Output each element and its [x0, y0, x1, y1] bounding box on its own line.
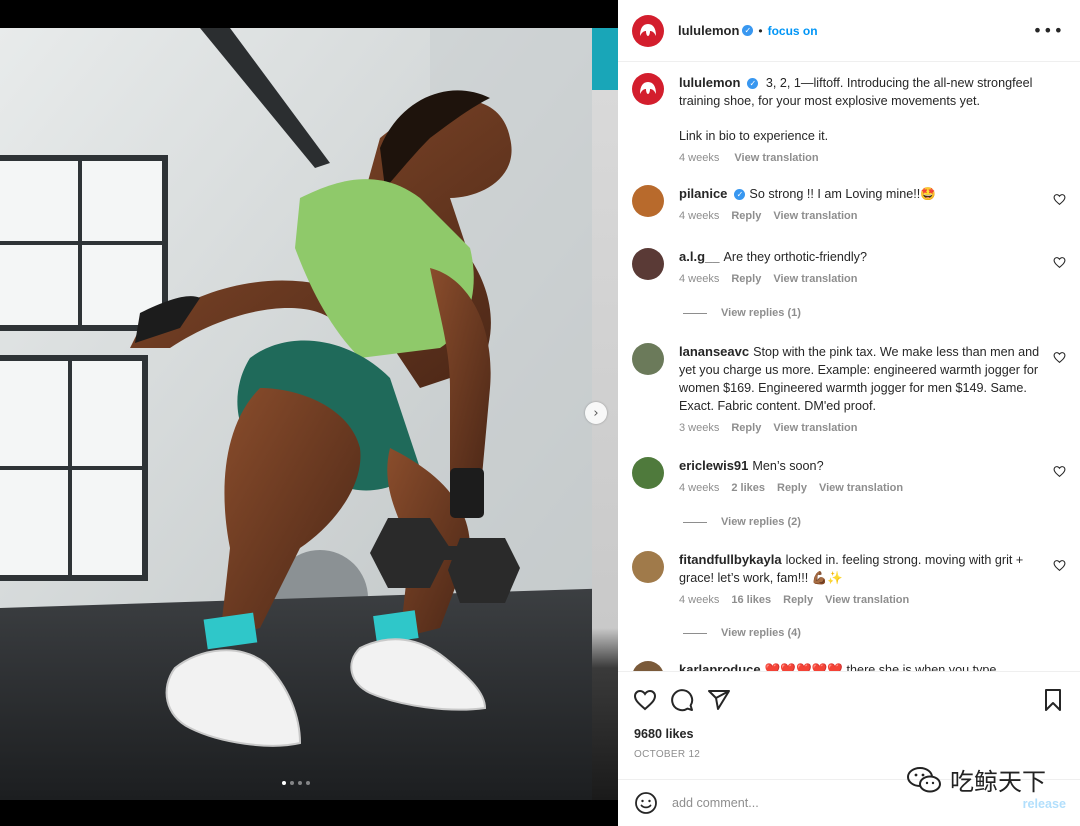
view-replies-button[interactable]: View replies (1): [683, 307, 801, 319]
account-avatar[interactable]: [632, 73, 664, 105]
post-sidebar: lululemon ✓ • focus on ••• lululemon ✓ 3,…: [618, 0, 1080, 826]
post-media: ›: [0, 0, 618, 826]
carousel-dot: [290, 781, 294, 785]
commenter-username[interactable]: a.l.g__: [679, 249, 719, 264]
commenter-avatar[interactable]: [632, 661, 664, 671]
comment-item: lananseavc Stop with the pink tax. We mak…: [632, 343, 1072, 435]
bookmark-icon[interactable]: [1041, 688, 1065, 712]
comment-text: So strong !! I am Loving mine!!🤩: [749, 187, 936, 201]
lululemon-logo-icon: [640, 23, 656, 36]
commenter-avatar[interactable]: [632, 185, 664, 217]
smiley-icon[interactable]: [634, 791, 658, 815]
caption-username[interactable]: lululemon: [679, 75, 740, 90]
carousel-dot: [306, 781, 310, 785]
reply-divider: [683, 312, 707, 314]
commenter-avatar[interactable]: [632, 343, 664, 375]
comment-text: ❤️❤️❤️❤️❤️ there she is when you type: [764, 663, 997, 671]
commenter-username[interactable]: ericlewis91: [679, 458, 748, 473]
reply-divider: [683, 632, 707, 634]
view-translation-link[interactable]: View translation: [825, 594, 909, 606]
timestamp: 4 weeks: [679, 273, 720, 285]
view-translation-link[interactable]: View translation: [773, 210, 857, 222]
carousel-dot: [298, 781, 302, 785]
commenter-avatar[interactable]: [632, 248, 664, 280]
watermark: 吃鲸天下: [906, 762, 1046, 797]
comments-list[interactable]: lululemon ✓ 3, 2, 1—liftoff. Introducing …: [618, 63, 1080, 671]
carousel-indicator: [0, 781, 592, 785]
watermark-text: 吃鲸天下: [950, 768, 1046, 796]
view-translation-link[interactable]: View translation: [819, 482, 903, 494]
reply-button[interactable]: Reply: [783, 594, 813, 606]
reply-button[interactable]: Reply: [731, 210, 761, 222]
verified-badge-icon: ✓: [734, 189, 746, 201]
comment-icon[interactable]: [670, 688, 694, 712]
account-username[interactable]: lululemon: [678, 23, 739, 38]
commenter-username[interactable]: karlaproduce: [679, 662, 761, 671]
heart-icon[interactable]: [1053, 465, 1066, 478]
view-replies-button[interactable]: View replies (4): [683, 627, 801, 639]
commenter-avatar[interactable]: [632, 551, 664, 583]
comment-item: pilanice ✓ So strong !! I am Loving mine!!…: [632, 185, 1072, 223]
heart-icon[interactable]: [1053, 351, 1066, 364]
commenter-username[interactable]: fitandfullbykayla: [679, 552, 782, 567]
comment-text: Are they orthotic-friendly?: [723, 250, 867, 264]
post-comment-button[interactable]: release: [1023, 797, 1066, 811]
caption-text-2: Link in bio to experience it.: [679, 129, 829, 143]
verified-badge-icon: ✓: [747, 78, 759, 90]
reply-button[interactable]: Reply: [731, 422, 761, 434]
commenter-username[interactable]: pilanice: [679, 186, 727, 201]
heart-icon[interactable]: [1053, 559, 1066, 572]
commenter-avatar[interactable]: [632, 457, 664, 489]
like-count[interactable]: 9680 likes: [634, 727, 694, 741]
timestamp: 4 weeks: [679, 152, 720, 164]
paper-plane-icon[interactable]: [707, 688, 731, 712]
view-replies-label: View replies (2): [721, 516, 801, 528]
comment-item: ericlewis91 Men’s soon? 4 weeks 2 likes Rep…: [632, 457, 1072, 495]
comment-item: a.l.g__ Are they orthotic-friendly? 4 wee…: [632, 248, 1072, 286]
timestamp: 3 weeks: [679, 422, 720, 434]
post-header: lululemon ✓ • focus on •••: [618, 0, 1080, 62]
reply-divider: [683, 521, 707, 523]
heart-icon[interactable]: [1053, 256, 1066, 269]
carousel-next-button[interactable]: ›: [585, 402, 607, 424]
account-avatar[interactable]: [632, 14, 664, 47]
lululemon-logo-icon: [640, 82, 656, 94]
wechat-icon: [907, 766, 941, 792]
post-date: OCTOBER 12: [634, 749, 701, 760]
comment-item: karlaproduce ❤️❤️❤️❤️❤️ there she is when…: [632, 661, 1072, 671]
separator-dot: •: [758, 23, 763, 38]
post-caption: lululemon ✓ 3, 2, 1—liftoff. Introducing …: [632, 73, 1072, 165]
view-replies-label: View replies (4): [721, 627, 801, 639]
timestamp: 4 weeks: [679, 482, 720, 494]
timestamp: 4 weeks: [679, 210, 720, 222]
follow-button[interactable]: focus on: [768, 24, 818, 38]
verified-badge-icon: ✓: [742, 25, 754, 36]
caption-meta: 4 weeks View translation: [679, 151, 1050, 165]
comment-input[interactable]: [672, 796, 1002, 810]
reply-button[interactable]: Reply: [731, 273, 761, 285]
view-replies-button[interactable]: View replies (2): [683, 516, 801, 528]
view-translation-link[interactable]: View translation: [773, 422, 857, 434]
heart-icon[interactable]: [1053, 193, 1066, 206]
post-photo[interactable]: [0, 28, 618, 800]
view-translation-link[interactable]: View translation: [773, 273, 857, 285]
heart-icon[interactable]: [633, 688, 657, 712]
carousel-dot: [282, 781, 286, 785]
commenter-username[interactable]: lananseavc: [679, 344, 749, 359]
like-count[interactable]: 16 likes: [731, 594, 771, 606]
like-count[interactable]: 2 likes: [731, 482, 765, 494]
view-translation-link[interactable]: View translation: [734, 152, 818, 164]
comment-item: fitandfullbykayla locked in. feeling stro…: [632, 551, 1072, 607]
chevron-right-icon: ›: [593, 405, 599, 421]
reply-button[interactable]: Reply: [777, 482, 807, 494]
ellipsis-icon[interactable]: •••: [1033, 21, 1064, 40]
timestamp: 4 weeks: [679, 594, 720, 606]
comment-text: Men’s soon?: [752, 459, 824, 473]
view-replies-label: View replies (1): [721, 307, 801, 319]
